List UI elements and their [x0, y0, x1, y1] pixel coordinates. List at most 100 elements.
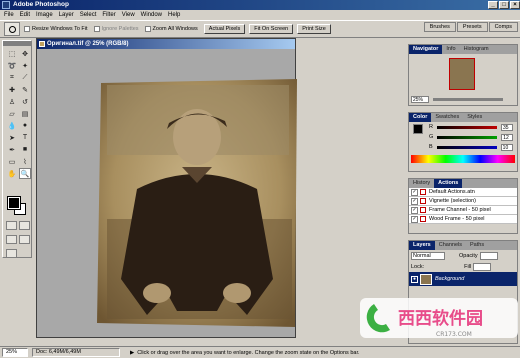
shape-tool-icon[interactable]: ■	[19, 144, 31, 155]
menu-select[interactable]: Select	[80, 10, 97, 20]
dialog-toggle-icon[interactable]	[420, 216, 426, 222]
blue-value[interactable]: 10	[500, 143, 513, 151]
tab-brushes[interactable]: Brushes	[423, 22, 456, 32]
eraser-tool-icon[interactable]: ▱	[6, 108, 18, 119]
blur-tool-icon[interactable]: 💧	[6, 120, 18, 131]
check-icon[interactable]: ✓	[411, 215, 418, 223]
menu-help[interactable]: Help	[168, 10, 180, 20]
pen-tool-icon[interactable]: ✒	[6, 144, 18, 155]
gradient-tool-icon[interactable]: ▤	[19, 108, 31, 119]
check-icon[interactable]: ✓	[411, 206, 418, 214]
standard-screen-button[interactable]	[6, 235, 17, 244]
action-item[interactable]: ✓ Vignette (selection)	[409, 197, 517, 206]
clone-stamp-icon[interactable]: ♙	[6, 96, 18, 107]
fit-on-screen-button[interactable]: Fit On Screen	[249, 24, 294, 34]
green-value[interactable]: 12	[501, 133, 514, 141]
blue-slider[interactable]	[436, 145, 497, 149]
document-icon	[39, 41, 45, 47]
eye-icon[interactable]: ●	[411, 275, 418, 283]
history-brush-icon[interactable]: ↺	[19, 96, 31, 107]
lock-label: Lock:	[411, 263, 425, 270]
print-size-button[interactable]: Print Size	[297, 24, 331, 34]
status-zoom-field[interactable]: 25%	[2, 348, 28, 357]
zoom-tool-preset-icon[interactable]	[4, 22, 20, 36]
standard-mode-button[interactable]	[6, 221, 17, 230]
layer-row[interactable]: ● Background	[409, 272, 517, 286]
notes-tool-icon[interactable]: ▭	[6, 156, 18, 167]
dodge-tool-icon[interactable]: ●	[19, 120, 31, 131]
crop-tool-icon[interactable]: ⌗	[6, 72, 18, 83]
actual-pixels-button[interactable]: Actual Pixels	[203, 24, 246, 34]
tab-swatches[interactable]: Swatches	[431, 113, 463, 122]
menu-layer[interactable]: Layer	[59, 10, 74, 20]
full-screen-button[interactable]	[19, 235, 30, 244]
red-value[interactable]: 35	[500, 123, 513, 131]
tab-channels[interactable]: Channels	[435, 241, 466, 250]
foreground-color-swatch[interactable]	[7, 196, 21, 210]
dialog-toggle-icon[interactable]	[420, 207, 426, 213]
menu-image[interactable]: Image	[36, 10, 53, 20]
checkbox-box	[144, 26, 151, 32]
tab-layers[interactable]: Layers	[409, 241, 435, 250]
status-doc-size[interactable]: Doc: 6,49M/6,49M	[32, 348, 120, 357]
action-item[interactable]: ✓ Frame Channel - 50 pixel	[409, 206, 517, 215]
green-slider[interactable]	[437, 135, 498, 139]
zoom-tool-icon[interactable]: 🔍	[19, 168, 31, 179]
eyedropper-icon[interactable]: ⌇	[19, 156, 31, 167]
imageready-buttons	[6, 249, 17, 258]
resize-windows-checkbox[interactable]: Resize Windows To Fit	[24, 26, 88, 32]
blend-mode-select[interactable]: Normal	[411, 251, 445, 260]
navigator-zoom-slider[interactable]	[433, 97, 503, 101]
action-item[interactable]: ✓ Wood Frame - 50 pixel	[409, 215, 517, 224]
tab-comps[interactable]: Comps	[488, 22, 518, 32]
document-title-bar[interactable]: Оригинал.tif @ 25% (RGB/8)	[37, 39, 295, 49]
photo-image	[97, 79, 297, 327]
menu-filter[interactable]: Filter	[102, 10, 115, 20]
jump-to-imageready-button[interactable]	[6, 249, 17, 258]
red-slider[interactable]	[436, 125, 497, 129]
path-selection-icon[interactable]: ➤	[6, 132, 18, 143]
navigator-zoom-field[interactable]: 25%	[411, 95, 429, 103]
canvas-area[interactable]	[37, 49, 297, 337]
color-spectrum-bar[interactable]	[411, 155, 515, 163]
quick-mask-button[interactable]	[19, 221, 30, 230]
marquee-tool-icon[interactable]: ⬚	[6, 48, 18, 59]
close-button[interactable]: ×	[510, 1, 520, 9]
tab-color[interactable]: Color	[409, 113, 432, 122]
healing-brush-icon[interactable]: ✚	[6, 84, 18, 95]
opacity-label: Opacity	[459, 252, 478, 259]
slice-tool-icon[interactable]: ⟋	[19, 72, 31, 83]
tab-actions[interactable]: Actions	[434, 179, 463, 188]
ignore-palettes-checkbox[interactable]: Ignore Palettes	[93, 26, 139, 32]
menu-view[interactable]: View	[122, 10, 135, 20]
document-window: Оригинал.tif @ 25% (RGB/8)	[36, 38, 297, 338]
tab-presets[interactable]: Presets	[456, 22, 488, 32]
minimize-button[interactable]: _	[488, 1, 498, 9]
menu-edit[interactable]: Edit	[20, 10, 30, 20]
tab-navigator[interactable]: Navigator	[409, 45, 443, 54]
check-icon[interactable]: ✓	[411, 188, 418, 196]
brush-tool-icon[interactable]: ✎	[19, 84, 31, 95]
check-icon[interactable]: ✓	[411, 197, 418, 205]
magic-wand-icon[interactable]: ✦	[19, 60, 31, 71]
move-tool-icon[interactable]: ✥	[19, 48, 31, 59]
dialog-toggle-icon[interactable]	[420, 198, 426, 204]
type-tool-icon[interactable]: T	[19, 132, 31, 143]
lasso-tool-icon[interactable]: ➰	[6, 60, 18, 71]
tab-info[interactable]: Info	[442, 45, 459, 54]
fill-field[interactable]	[473, 262, 492, 271]
maximize-button[interactable]: □	[499, 1, 509, 9]
tab-paths[interactable]: Paths	[466, 241, 488, 250]
hand-tool-icon[interactable]: ✋	[6, 168, 18, 179]
menu-file[interactable]: File	[4, 10, 14, 20]
action-item[interactable]: ✓ Default Actions.atn	[409, 188, 517, 197]
tab-styles[interactable]: Styles	[463, 113, 486, 122]
zoom-all-windows-checkbox[interactable]: Zoom All Windows	[144, 26, 198, 32]
navigator-preview-area[interactable]	[409, 54, 517, 94]
dialog-toggle-icon[interactable]	[420, 189, 426, 195]
tab-histogram[interactable]: Histogram	[460, 45, 493, 54]
opacity-field[interactable]	[479, 251, 498, 260]
menu-window[interactable]: Window	[141, 10, 162, 20]
tab-history[interactable]: History	[409, 179, 434, 188]
menu-bar: File Edit Image Layer Select Filter View…	[0, 10, 520, 20]
